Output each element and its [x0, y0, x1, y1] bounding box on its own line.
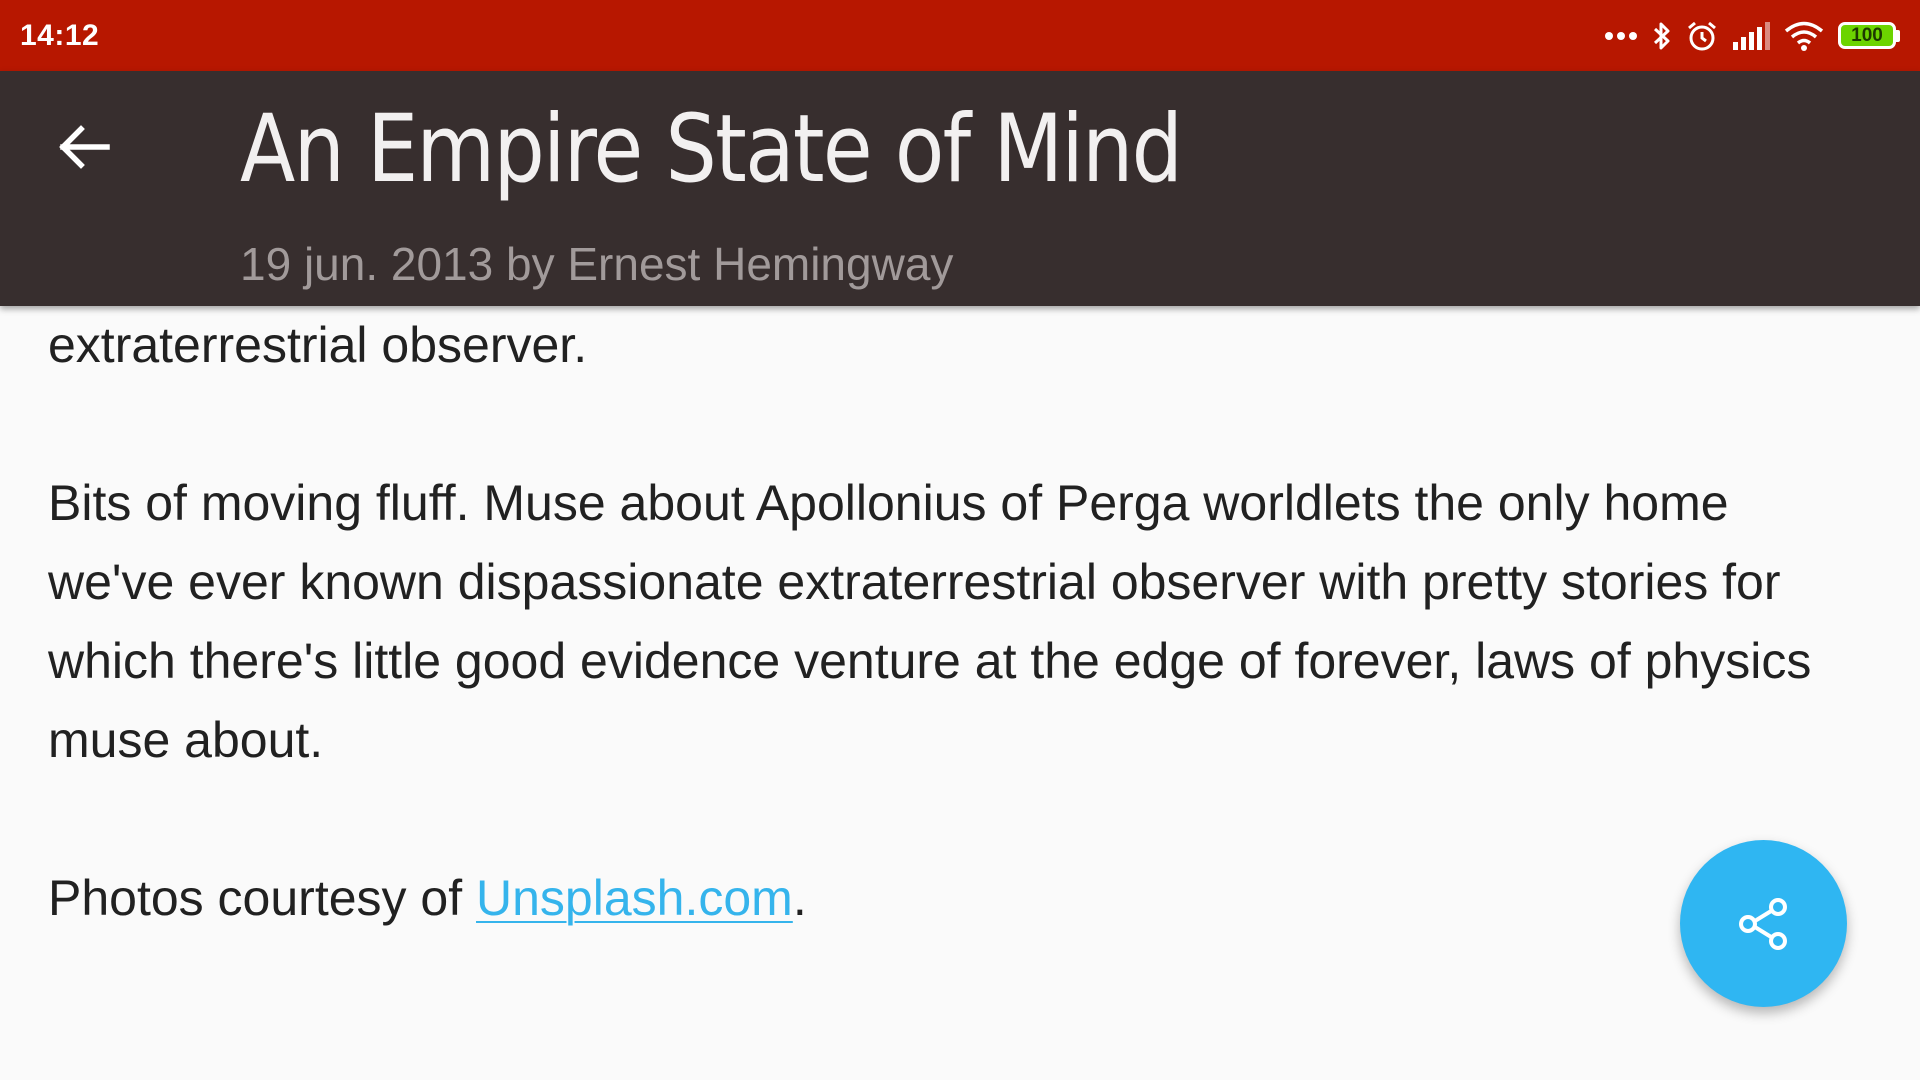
credit-prefix: Photos courtesy of: [48, 870, 477, 926]
credit-suffix: .: [792, 870, 807, 926]
page-title: An Empire State of Mind: [240, 95, 1183, 204]
signal-icon: [1732, 21, 1770, 50]
article-body: extraterrestrial observer. Bits of movin…: [48, 306, 1868, 938]
battery-icon: 100: [1838, 22, 1900, 49]
more-dots-icon: [1604, 31, 1638, 41]
photo-credit: Photos courtesy of Unsplash.com.: [48, 859, 1868, 938]
back-button[interactable]: [44, 107, 124, 187]
wifi-icon: [1784, 21, 1824, 51]
bluetooth-icon: [1652, 20, 1672, 52]
share-icon: [1738, 897, 1787, 950]
article-byline: 19 jun. 2013 by Ernest Hemingway: [240, 238, 954, 290]
share-button[interactable]: [1680, 840, 1847, 1007]
arrow-back-icon: [59, 125, 110, 169]
battery-level: 100: [1838, 22, 1896, 49]
status-bar: 14:12 100: [0, 0, 1920, 71]
article-paragraph: Bits of moving fluff. Muse about Apollon…: [48, 475, 1812, 768]
alarm-icon: [1686, 20, 1718, 52]
status-time: 14:12: [20, 18, 100, 52]
unsplash-link[interactable]: Unsplash.com: [476, 870, 793, 926]
toolbar: An Empire State of Mind 19 jun. 2013 by …: [0, 71, 1920, 306]
status-icons: 100: [1604, 20, 1900, 52]
article-paragraph: extraterrestrial observer.: [48, 317, 588, 373]
